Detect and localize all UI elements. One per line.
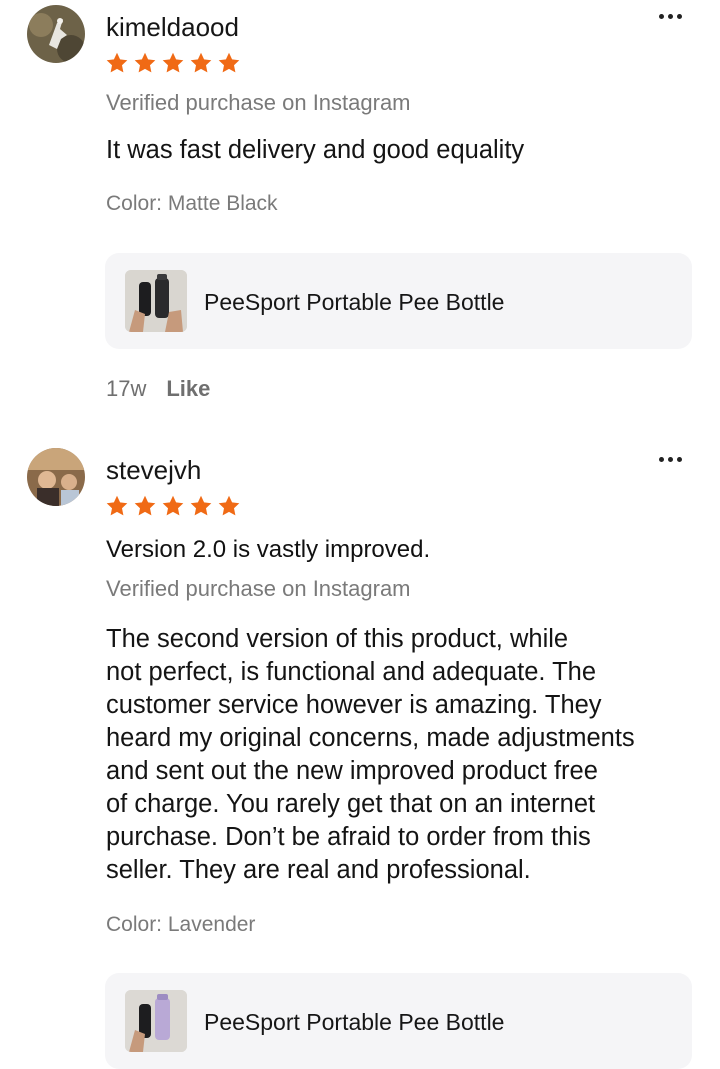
review-title: Version 2.0 is vastly improved. xyxy=(106,536,431,563)
star-icon xyxy=(106,495,128,516)
product-thumbnail xyxy=(125,270,187,332)
product-thumbnail xyxy=(125,990,187,1052)
color-variant: Color: Lavender xyxy=(106,913,256,936)
review-body: It was fast delivery and good equality xyxy=(106,136,525,164)
star-rating xyxy=(104,51,242,75)
star-icon xyxy=(190,52,212,73)
star-icon xyxy=(218,495,240,516)
review-body: The second version of this product, whil… xyxy=(106,625,635,884)
avatar[interactable] xyxy=(27,5,85,63)
star-icon xyxy=(134,495,156,516)
product-name: PeeSport Portable Pee Bottle xyxy=(204,289,505,315)
star-rating xyxy=(104,494,242,518)
star-icon xyxy=(218,52,240,73)
more-horizontal-icon xyxy=(658,13,664,19)
avatar[interactable] xyxy=(27,448,85,506)
color-variant: Color: Matte Black xyxy=(106,192,278,215)
review-meta: 17w Like xyxy=(106,376,210,402)
more-options-button[interactable] xyxy=(650,5,690,27)
verified-purchase-label: Verified purchase on Instagram xyxy=(106,90,411,115)
product-name: PeeSport Portable Pee Bottle xyxy=(204,1009,505,1035)
more-horizontal-icon xyxy=(658,456,664,462)
product-card[interactable]: PeeSport Portable Pee Bottle xyxy=(105,253,692,349)
username[interactable]: kimeldaood xyxy=(106,12,239,42)
more-options-button[interactable] xyxy=(650,448,690,470)
star-icon xyxy=(162,52,184,73)
username[interactable]: stevejvh xyxy=(106,455,201,485)
star-icon xyxy=(190,495,212,516)
star-icon xyxy=(162,495,184,516)
star-icon xyxy=(106,52,128,73)
verified-purchase-label: Verified purchase on Instagram xyxy=(106,576,411,601)
product-card[interactable]: PeeSport Portable Pee Bottle xyxy=(105,973,692,1069)
like-button[interactable]: Like xyxy=(166,376,210,402)
timestamp: 17w xyxy=(106,376,147,401)
star-icon xyxy=(134,52,156,73)
